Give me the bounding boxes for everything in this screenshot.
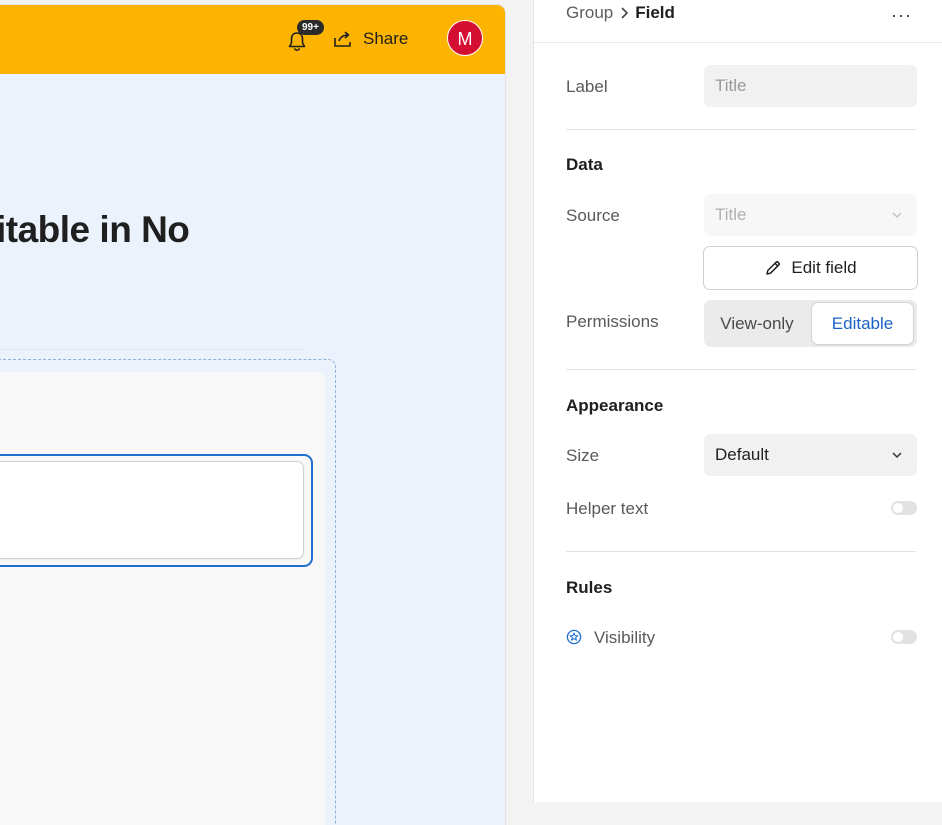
data-section-title: Data xyxy=(566,155,603,174)
label-input[interactable]: Title xyxy=(704,65,917,107)
section-divider xyxy=(566,369,916,370)
permission-view-only[interactable]: View-only xyxy=(708,303,806,344)
permission-editable[interactable]: Editable xyxy=(812,303,913,344)
section-divider xyxy=(566,129,916,130)
section-divider xyxy=(566,551,916,552)
share-button[interactable]: Share xyxy=(363,29,408,49)
more-options-icon[interactable]: ··· xyxy=(891,5,912,26)
appearance-section-title: Appearance xyxy=(566,396,664,415)
avatar[interactable]: M xyxy=(447,20,483,56)
pencil-icon xyxy=(766,260,781,275)
share-icon[interactable] xyxy=(333,30,353,48)
form-card xyxy=(0,372,325,825)
breadcrumb-group[interactable]: Group xyxy=(566,3,613,23)
visibility-toggle[interactable] xyxy=(891,630,917,644)
source-value: Title xyxy=(715,205,747,224)
label-field-label: Label xyxy=(566,77,608,96)
top-bar: 99+ Share M xyxy=(0,5,505,74)
edit-field-button[interactable]: Edit field xyxy=(703,246,918,290)
chevron-right-icon xyxy=(621,7,629,19)
helper-text-toggle[interactable] xyxy=(891,501,917,515)
interface-canvas: 99+ Share M itable in No xyxy=(0,5,505,825)
source-label: Source xyxy=(566,206,620,225)
header-divider xyxy=(534,42,942,43)
field-input-preview[interactable] xyxy=(0,461,304,559)
notification-badge: 99+ xyxy=(297,20,324,35)
breadcrumb: Group Field xyxy=(566,3,675,23)
chevron-down-icon xyxy=(892,212,902,219)
source-select: Title xyxy=(704,194,917,236)
size-select[interactable]: Default xyxy=(704,434,917,476)
helper-text-label: Helper text xyxy=(566,499,649,518)
page-title: itable in No xyxy=(0,209,190,250)
breadcrumb-field: Field xyxy=(635,3,675,22)
permissions-segmented-control: View-only Editable xyxy=(704,300,917,347)
divider xyxy=(0,349,305,350)
visibility-label: Visibility xyxy=(594,628,656,647)
visibility-rule-icon xyxy=(566,629,582,645)
permissions-label: Permissions xyxy=(566,312,659,331)
size-value: Default xyxy=(715,445,769,464)
size-label: Size xyxy=(566,446,600,465)
edit-field-label: Edit field xyxy=(791,258,857,277)
chevron-down-icon xyxy=(892,452,902,459)
properties-panel: Group Field ··· Label Title Data Source … xyxy=(533,0,942,802)
rules-section-title: Rules xyxy=(566,578,613,597)
